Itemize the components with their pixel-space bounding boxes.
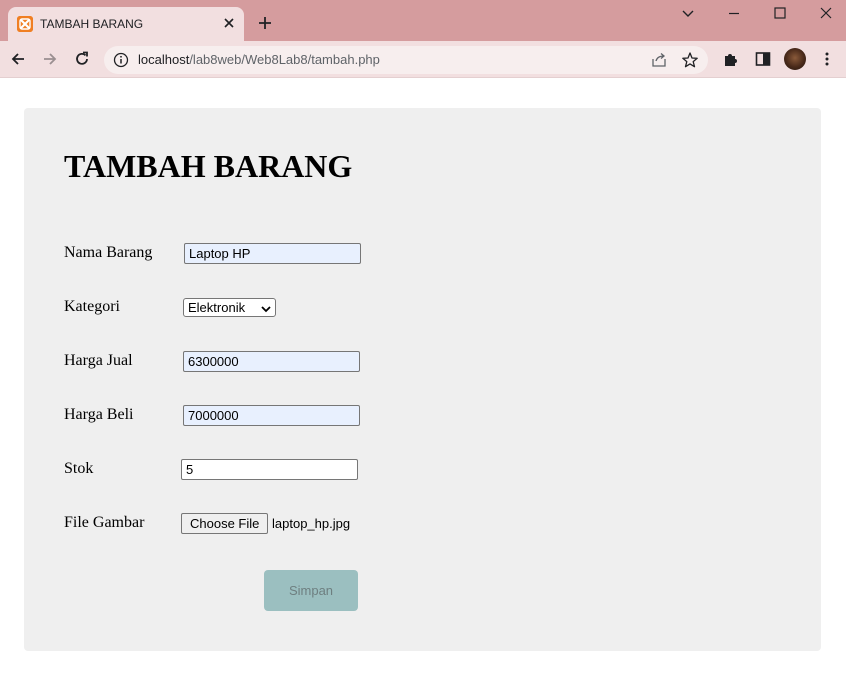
browser-toolbar: localhost/lab8web/Web8Lab8/tambah.php: [0, 41, 846, 78]
file-name: laptop_hp.jpg: [272, 516, 351, 531]
kategori-select[interactable]: Elektronik: [183, 298, 276, 317]
arrow-right-icon[interactable]: [41, 50, 59, 68]
url-text: localhost/lab8web/Web8Lab8/tambah.php: [138, 52, 380, 68]
stok-label: Stok: [64, 460, 94, 477]
arrow-left-icon[interactable]: [9, 50, 27, 68]
side-panel-icon[interactable]: [754, 50, 772, 68]
tab-title: TAMBAH BARANG: [40, 17, 144, 31]
url-host: localhost: [138, 52, 190, 67]
maximize-icon[interactable]: [772, 5, 788, 21]
close-icon[interactable]: [221, 15, 237, 31]
page-content: TAMBAH BARANG Nama Barang Laptop HP Kate…: [0, 79, 846, 696]
xampp-icon: [17, 16, 33, 32]
harga-beli-input[interactable]: 7000000: [183, 405, 360, 426]
plus-icon[interactable]: [256, 14, 274, 32]
simpan-button[interactable]: Simpan: [264, 570, 358, 611]
form-panel: TAMBAH BARANG Nama Barang Laptop HP Kate…: [24, 108, 821, 651]
star-icon[interactable]: [681, 51, 699, 69]
url-path: /lab8web/Web8Lab8/tambah.php: [189, 52, 380, 67]
minimize-icon[interactable]: [726, 5, 742, 21]
info-icon[interactable]: [113, 52, 129, 68]
kebab-menu-icon[interactable]: [818, 50, 836, 68]
share-icon[interactable]: [650, 51, 668, 69]
chevron-down-icon: [260, 302, 272, 314]
close-window-icon[interactable]: [818, 5, 834, 21]
choose-file-button[interactable]: Choose File: [181, 513, 269, 534]
puzzle-icon[interactable]: [722, 50, 740, 68]
page-title: TAMBAH BARANG: [64, 148, 353, 184]
tab-strip: TAMBAH BARANG: [0, 0, 846, 41]
kategori-label: Kategori: [64, 298, 120, 315]
address-bar[interactable]: localhost/lab8web/Web8Lab8/tambah.php: [104, 46, 708, 74]
browser-tab[interactable]: TAMBAH BARANG: [8, 7, 244, 41]
avatar[interactable]: [784, 48, 806, 70]
kategori-selected: Elektronik: [188, 300, 246, 315]
harga-jual-input[interactable]: 6300000: [183, 351, 360, 372]
file-gambar-label: File Gambar: [64, 514, 145, 531]
harga-beli-label: Harga Beli: [64, 406, 134, 423]
nama-barang-label: Nama Barang: [64, 244, 153, 261]
reload-icon[interactable]: [73, 50, 91, 68]
stok-input[interactable]: 5: [181, 459, 358, 480]
nama-barang-input[interactable]: Laptop HP: [184, 243, 361, 264]
chevron-down-icon[interactable]: [680, 5, 696, 21]
harga-jual-label: Harga Jual: [64, 352, 133, 369]
